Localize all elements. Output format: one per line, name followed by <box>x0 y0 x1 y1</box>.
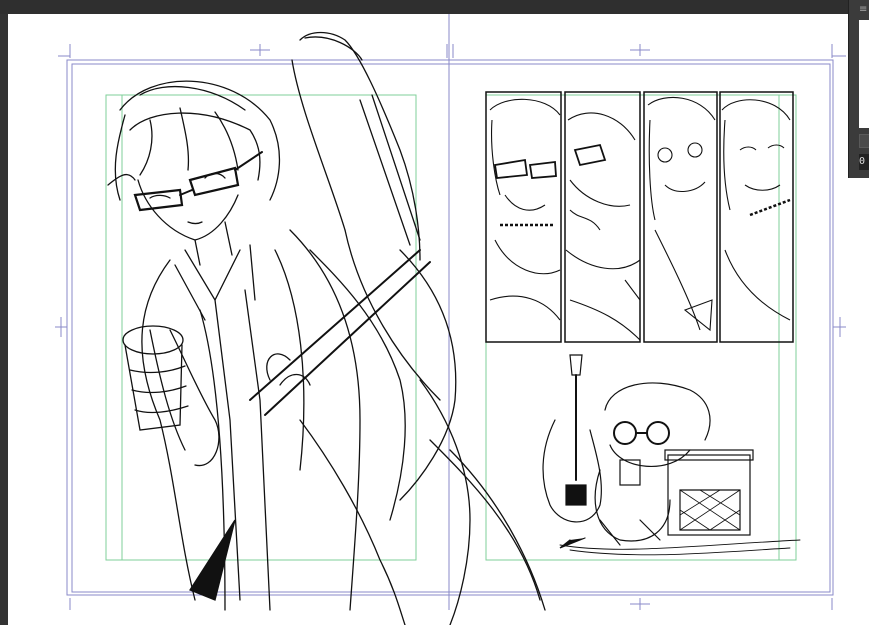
drawing-canvas[interactable] <box>8 14 846 625</box>
navigator-preview[interactable] <box>859 20 869 128</box>
panel-4-character <box>721 99 791 321</box>
chibi-scene-sketch <box>542 354 801 556</box>
crop-frame-lines <box>55 14 846 610</box>
navigator-panel: ≡ 0 <box>848 0 869 178</box>
zoom-value-field[interactable]: 0 <box>859 154 869 170</box>
panel-borders <box>485 91 794 343</box>
left-character-sketch <box>107 80 431 611</box>
panel-3-character <box>647 96 716 332</box>
hamburger-menu-icon[interactable]: ≡ <box>859 3 869 17</box>
panel-1-character <box>489 98 561 321</box>
canvas-left-edge <box>0 14 8 625</box>
panel-toggle-button[interactable] <box>859 134 869 148</box>
manga-sketch-spread <box>55 14 846 625</box>
panel-2-character <box>565 112 641 341</box>
window-top-bar <box>0 0 869 14</box>
